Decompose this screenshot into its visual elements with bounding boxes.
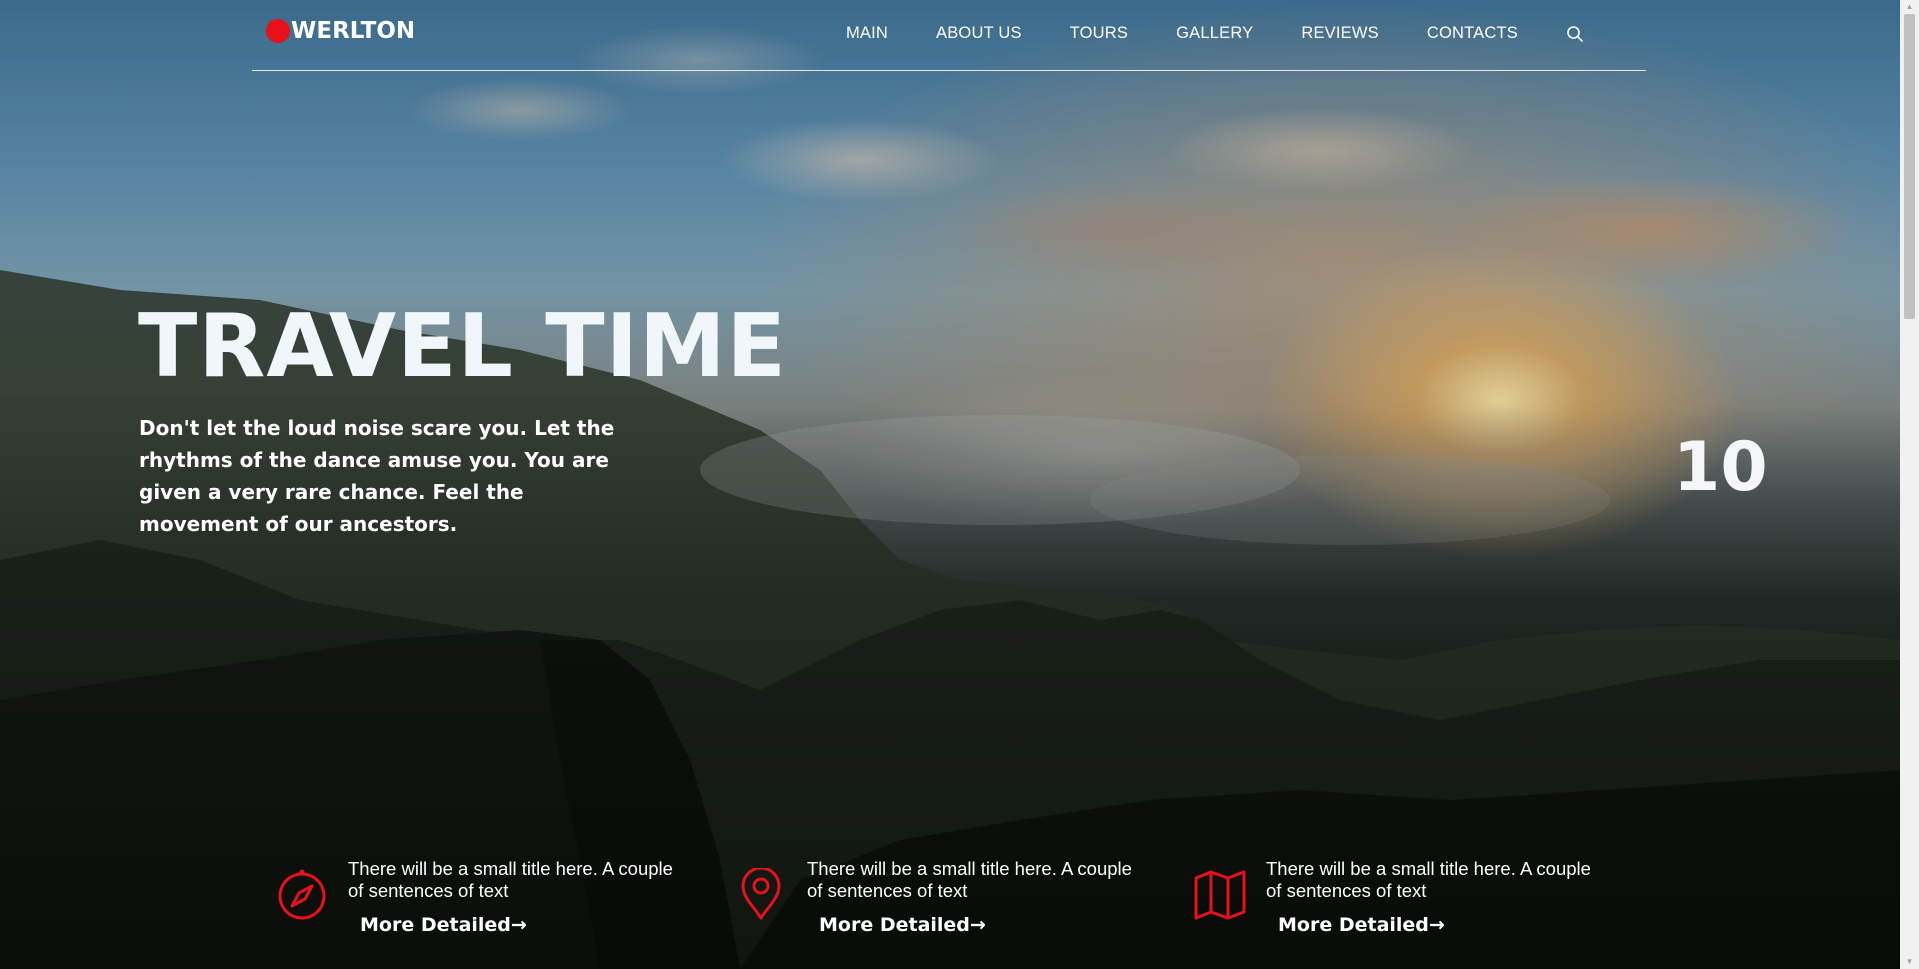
feature-text: There will be a small title here. A coup…	[1266, 858, 1591, 901]
nav-item-reviews[interactable]: REVIEWS	[1301, 24, 1379, 43]
scroll-up-arrow-icon[interactable]: ▲	[1900, 0, 1919, 14]
logo-dot-icon	[266, 19, 290, 43]
feature-item: There will be a small title here. A coup…	[276, 858, 673, 958]
location-pin-icon	[741, 868, 781, 920]
feature-item: There will be a small title here. A coup…	[735, 858, 1132, 958]
feature-item: There will be a small title here. A coup…	[1194, 858, 1591, 958]
hero-title: TRAVEL TIME	[138, 295, 787, 397]
hero-description: Don't let the loud noise scare you. Let …	[139, 416, 615, 536]
page: WERLTON MAIN ABOUT US TOURS GALLERY REVI…	[0, 0, 1919, 969]
nav-item-gallery[interactable]: GALLERY	[1176, 24, 1253, 43]
logo-text: WERLTON	[291, 18, 416, 44]
feature-text: There will be a small title here. A coup…	[807, 858, 1132, 901]
nav-item-main[interactable]: MAIN	[846, 24, 888, 43]
main-nav: MAIN ABOUT US TOURS GALLERY REVIEWS CONT…	[798, 24, 1584, 43]
more-detailed-link[interactable]: More Detailed→	[819, 914, 986, 936]
page-scrollbar[interactable]: ▲ ▼	[1900, 0, 1919, 969]
site-header: WERLTON MAIN ABOUT US TOURS GALLERY REVI…	[252, 0, 1646, 71]
search-icon[interactable]	[1566, 25, 1584, 43]
nav-item-tours[interactable]: TOURS	[1070, 24, 1128, 43]
map-icon	[1194, 870, 1246, 920]
nav-item-contacts[interactable]: CONTACTS	[1427, 24, 1518, 43]
feature-text: There will be a small title here. A coup…	[348, 858, 673, 901]
slide-number: 10	[1673, 428, 1768, 507]
more-detailed-link[interactable]: More Detailed→	[360, 914, 527, 936]
logo[interactable]: WERLTON	[266, 18, 415, 44]
scroll-down-arrow-icon[interactable]: ▼	[1900, 955, 1919, 969]
compass-icon	[278, 869, 326, 920]
scrollbar-thumb[interactable]	[1904, 14, 1915, 319]
nav-item-about-us[interactable]: ABOUT US	[936, 24, 1022, 43]
more-detailed-link[interactable]: More Detailed→	[1278, 914, 1445, 936]
